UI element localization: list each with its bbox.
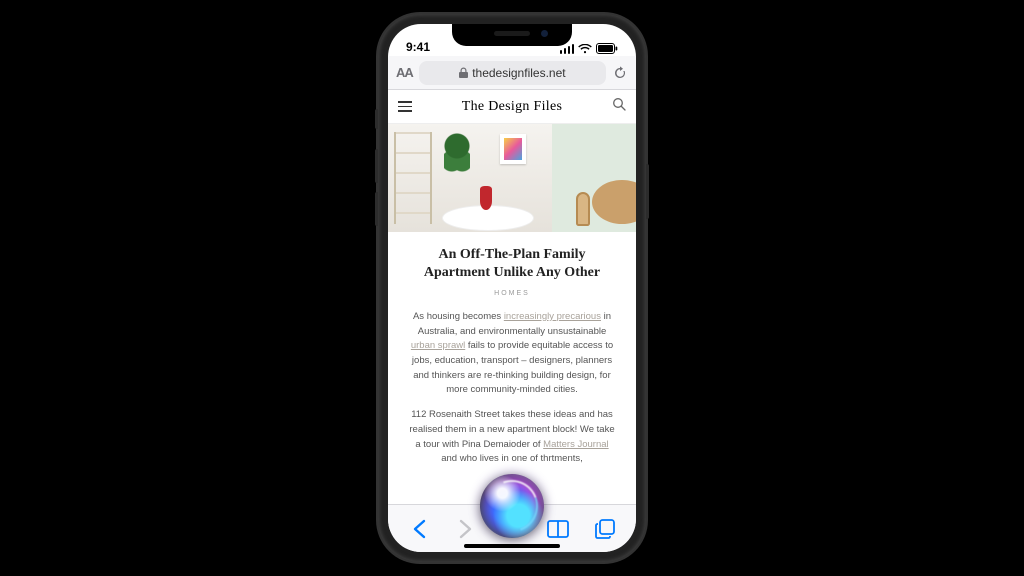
side-power-button[interactable] [646,164,649,219]
siri-orb-icon [480,474,544,538]
article-headline: An Off-The-Plan Family Apartment Unlike … [408,246,616,281]
wifi-icon [578,44,592,54]
phone-screen: 9:41 AA thedesignfiles.net [388,24,636,552]
hamburger-menu-icon[interactable] [398,101,412,112]
status-indicators [560,43,619,54]
reload-button[interactable] [612,65,628,81]
website-header: The Design Files [388,90,636,124]
link-precarious[interactable]: increasingly precarious [504,311,601,322]
link-matters-journal[interactable]: Matters Journal [543,439,608,450]
siri-orb[interactable] [480,474,544,538]
lock-icon [459,67,468,78]
iphone-device-frame: 9:41 AA thedesignfiles.net [378,14,646,562]
back-button[interactable] [404,514,434,544]
site-title[interactable]: The Design Files [462,99,562,115]
article-paragraph-2: 112 Rosenaith Street takes these ideas a… [408,408,616,467]
volume-down-button[interactable] [375,192,378,226]
article-category[interactable]: HOMES [408,289,616,300]
article-hero-image [388,124,636,232]
safari-address-bar: AA thedesignfiles.net [388,56,636,90]
home-indicator[interactable] [464,544,560,548]
hero-living-room [388,124,552,232]
link-urban-sprawl[interactable]: urban sprawl [411,340,465,351]
reader-aa-button[interactable]: AA [396,65,413,80]
site-search-icon[interactable] [612,97,626,116]
display-notch [452,24,572,46]
article-paragraph-1: As housing becomes increasingly precario… [408,310,616,398]
mute-switch[interactable] [375,109,378,129]
address-field[interactable]: thedesignfiles.net [419,61,606,85]
volume-up-button[interactable] [375,149,378,183]
tabs-button[interactable] [590,514,620,544]
address-domain: thedesignfiles.net [472,66,565,80]
battery-icon [596,43,618,54]
hero-dining-room [552,124,636,232]
status-time: 9:41 [406,40,430,54]
